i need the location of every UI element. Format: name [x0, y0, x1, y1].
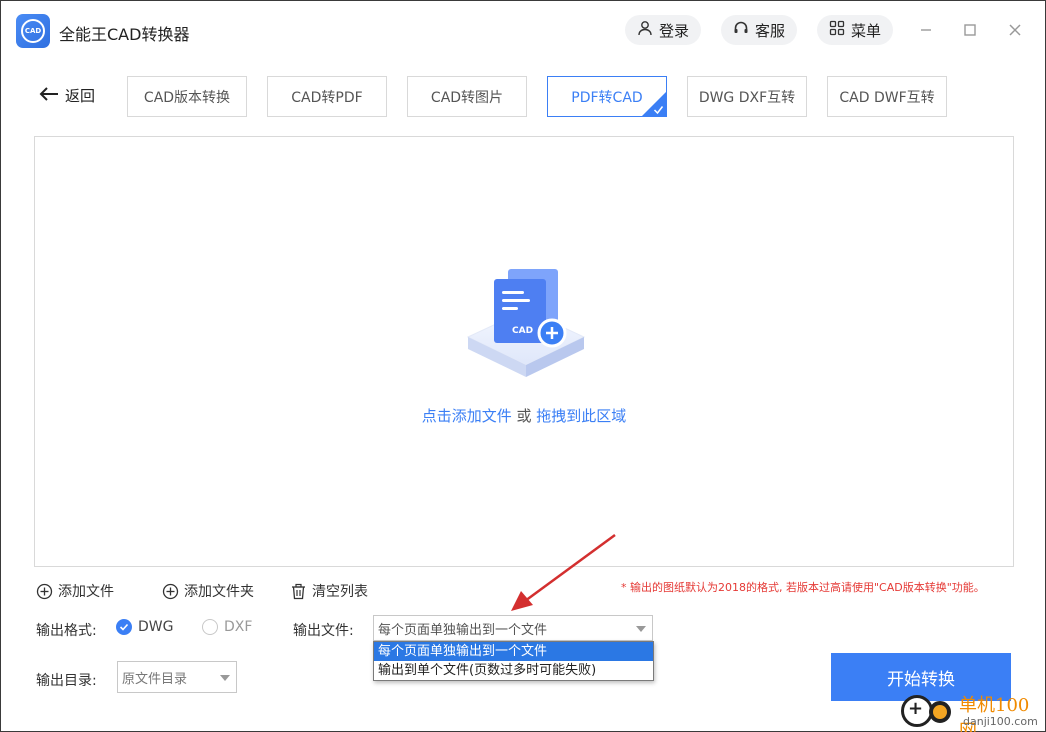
tab-label: CAD DWF互转: [839, 89, 935, 106]
output-file-select[interactable]: 每个页面单独输出到一个文件: [373, 615, 653, 641]
maximize-icon: [964, 24, 976, 36]
add-cad-file-icon: CAD: [466, 269, 586, 377]
annotation-arrow-icon: [511, 533, 616, 611]
watermark-site: danji100.com: [963, 715, 1038, 728]
menu-button[interactable]: 菜单: [817, 15, 894, 45]
back-label: 返回: [65, 87, 96, 105]
app-title: 全能王CAD转换器: [59, 25, 190, 44]
drop-instructions: 点击添加文件 或 拖拽到此区域: [35, 405, 1013, 426]
tab-pdf-to-cad[interactable]: PDF转CAD: [547, 76, 667, 117]
output-file-label: 输出文件:: [293, 623, 354, 639]
radio-unchecked-icon: [202, 619, 218, 635]
clear-list-label: 清空列表: [312, 584, 368, 600]
maximize-button[interactable]: [959, 19, 981, 41]
add-folder-button[interactable]: 添加文件夹: [162, 581, 254, 601]
output-dir-value: 原文件目录: [122, 671, 188, 687]
plus-circle-icon: [36, 583, 53, 599]
svg-text:CAD: CAD: [512, 326, 533, 336]
output-format-label: 输出格式:: [36, 623, 97, 639]
dropdown-option[interactable]: 输出到单个文件(页数过多时可能失败): [374, 661, 653, 680]
grid-icon: [829, 20, 845, 40]
tab-label: CAD版本转换: [143, 89, 231, 106]
headset-icon: [733, 20, 749, 40]
site-watermark: + 单机100网 danji100.com: [897, 691, 1045, 732]
service-button[interactable]: 客服: [721, 15, 798, 45]
login-label: 登录: [659, 21, 690, 40]
app-logo-text: CAD: [21, 19, 45, 43]
click-add-file-link[interactable]: 点击添加文件: [422, 407, 512, 425]
chevron-down-icon: [636, 626, 646, 632]
tab-label: CAD转PDF: [291, 89, 363, 106]
watermark-plus-icon: +: [908, 698, 924, 719]
format-label-dwg: DWG: [138, 619, 174, 635]
user-icon: [637, 20, 653, 40]
watermark-o-icon: [929, 701, 951, 723]
trash-icon: [292, 583, 305, 599]
radio-checked-icon: [116, 619, 132, 635]
tab-cad-version-convert[interactable]: CAD版本转换: [127, 76, 247, 117]
format-note: * 输出的图纸默认为2018的格式, 若版本过高请使用"CAD版本转换"功能。: [621, 581, 985, 594]
check-icon: [653, 106, 664, 115]
or-text: 或: [511, 407, 537, 425]
output-file-value: 每个页面单独输出到一个文件: [378, 622, 548, 638]
tab-label: CAD转图片: [430, 89, 504, 106]
output-dir-label: 输出目录:: [36, 673, 97, 689]
tab-cad-dwf-convert[interactable]: CAD DWF互转: [827, 76, 947, 117]
tab-dwg-dxf-convert[interactable]: DWG DXF互转: [687, 76, 807, 117]
service-label: 客服: [755, 21, 786, 40]
tab-cad-to-pdf[interactable]: CAD转PDF: [267, 76, 387, 117]
add-file-button[interactable]: 添加文件: [36, 581, 114, 601]
title-bar: CAD 全能王CAD转换器 登录 客服 菜单: [1, 1, 1045, 61]
menu-label: 菜单: [851, 21, 882, 40]
drag-here-text: 拖拽到此区域: [536, 407, 627, 425]
back-button[interactable]: 返回: [39, 85, 95, 106]
arrow-left-icon: [39, 86, 59, 106]
output-dir-select[interactable]: 原文件目录: [117, 661, 237, 693]
login-button[interactable]: 登录: [625, 15, 702, 45]
output-file-dropdown: 每个页面单独输出到一个文件 输出到单个文件(页数过多时可能失败): [373, 641, 654, 681]
tab-label: DWG DXF互转: [698, 89, 796, 106]
close-button[interactable]: [1004, 19, 1026, 41]
minimize-button[interactable]: [915, 19, 937, 41]
minimize-icon: [921, 29, 931, 31]
tab-label: PDF转CAD: [571, 89, 643, 106]
clear-list-button[interactable]: 清空列表: [290, 581, 368, 601]
file-drop-zone[interactable]: CAD 点击添加文件 或 拖拽到此区域: [34, 136, 1014, 567]
format-label-dxf: DXF: [224, 619, 253, 635]
app-window: CAD 全能王CAD转换器 登录 客服 菜单 返回 CAD版本转换 CAD转PD…: [0, 0, 1046, 732]
format-radio-dxf[interactable]: DXF: [202, 619, 252, 635]
plus-circle-icon: [162, 583, 179, 599]
format-radio-dwg[interactable]: DWG: [116, 619, 173, 635]
chevron-down-icon: [220, 675, 230, 681]
dropdown-option[interactable]: 每个页面单独输出到一个文件: [374, 642, 653, 661]
add-folder-label: 添加文件夹: [184, 584, 254, 600]
close-icon: [1009, 24, 1021, 36]
tab-cad-to-image[interactable]: CAD转图片: [407, 76, 527, 117]
add-file-label: 添加文件: [58, 584, 114, 600]
app-logo: CAD: [16, 14, 50, 48]
